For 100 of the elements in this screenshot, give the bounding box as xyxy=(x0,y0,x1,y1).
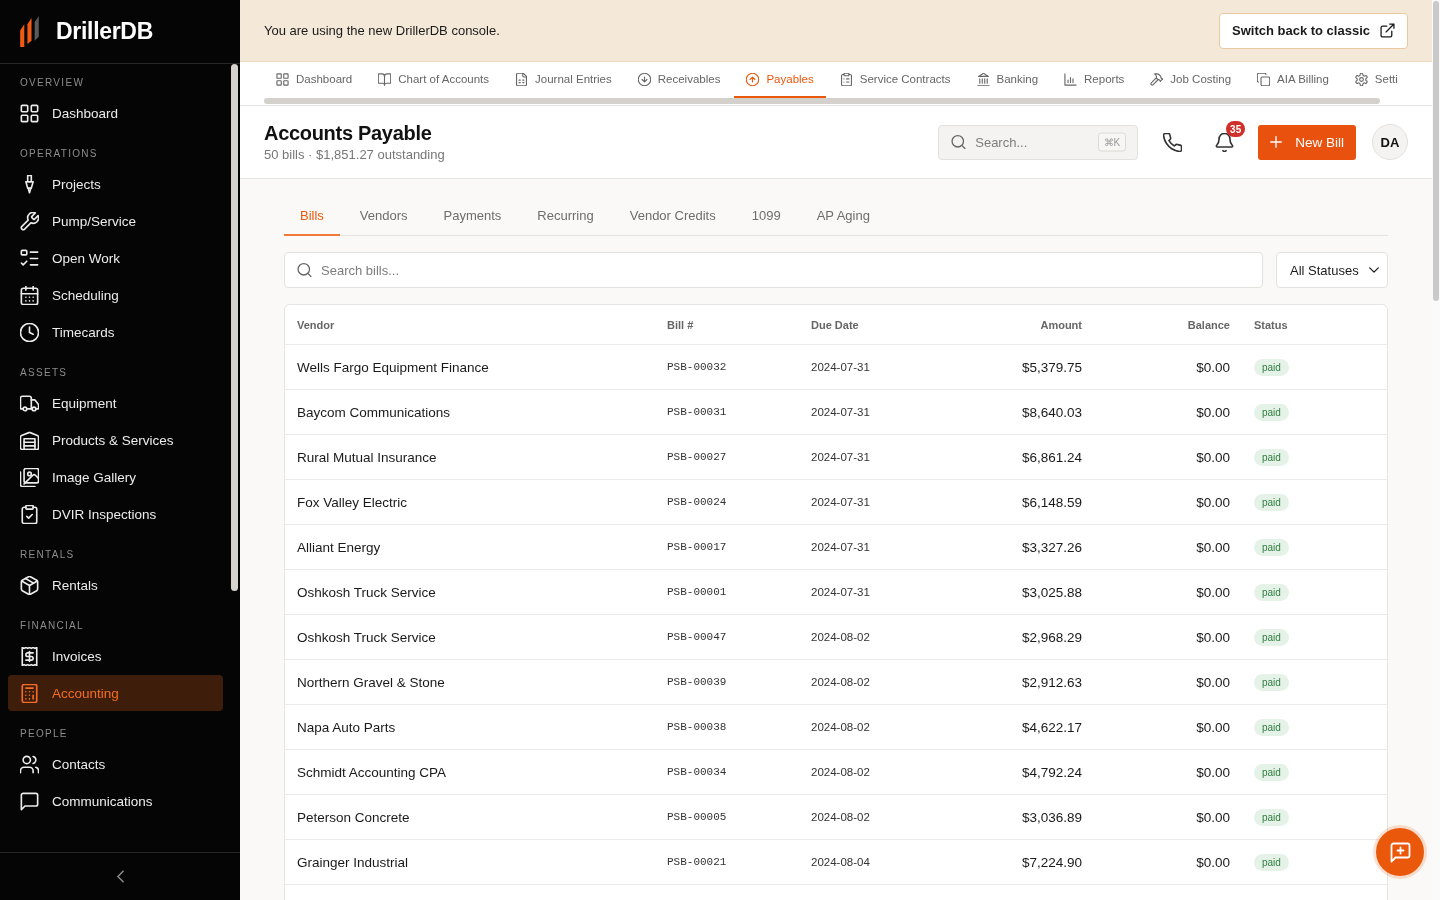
table-cell: $0.00 xyxy=(1196,764,1230,780)
tab[interactable]: Bills xyxy=(284,196,340,236)
tab[interactable]: Payments xyxy=(427,196,518,236)
table-cell: Fox Valley Electric xyxy=(297,494,408,510)
nav-tab[interactable]: Journal Entries xyxy=(503,62,624,98)
sidebar-item[interactable]: Contacts xyxy=(8,746,223,782)
nav-tab[interactable]: Service Contracts xyxy=(827,62,963,98)
table-cell: PSB-00024 xyxy=(667,496,727,508)
wrench-icon xyxy=(20,211,39,231)
column-header: Bill # xyxy=(667,318,694,331)
table-cell: $0.00 xyxy=(1196,854,1230,870)
table-cell: 2024-08-02 xyxy=(811,676,870,688)
section-label: FINANCIAL xyxy=(20,619,84,633)
nav-tab[interactable]: Reports xyxy=(1052,62,1137,98)
nav-tab[interactable]: Job Costing xyxy=(1138,62,1244,98)
tab[interactable]: Recurring xyxy=(521,196,610,236)
nav-tab[interactable]: Receivables xyxy=(625,62,733,98)
tab[interactable]: AP Aging xyxy=(800,196,886,236)
calendar-icon xyxy=(20,285,39,305)
table-cell: Rural Mutual Insurance xyxy=(297,449,437,465)
table-cell: Oshkosh Truck Service xyxy=(297,584,436,600)
table-cell: Northern Gravel & Stone xyxy=(297,674,445,690)
sidebar-item[interactable]: Timecards xyxy=(8,314,223,350)
table-cell: $2,968.29 xyxy=(1021,629,1082,645)
table-cell: $3,327.26 xyxy=(1021,539,1082,555)
table-cell: 2024-08-02 xyxy=(811,766,870,778)
users-icon xyxy=(20,754,39,774)
sidebar-item[interactable]: Invoices xyxy=(8,638,223,674)
tab[interactable]: 1099 xyxy=(735,196,797,236)
switch-classic-button[interactable]: Switch back to classic xyxy=(1219,12,1408,49)
sidebar-item[interactable]: Projects xyxy=(8,166,223,202)
table-cell: PSB-00001 xyxy=(667,586,727,598)
logo-icon xyxy=(20,16,41,47)
status-badge: paid xyxy=(1254,853,1289,871)
checklist-icon xyxy=(20,248,39,268)
table-cell: Alliant Energy xyxy=(297,539,381,555)
nav-tab[interactable]: AIA Billing xyxy=(1245,62,1341,98)
column-header: Vendor xyxy=(297,318,335,331)
sidebar-item[interactable]: Rentals xyxy=(8,567,223,603)
sidebar-item[interactable]: Image Gallery xyxy=(8,459,223,495)
table-cell: $4,792.24 xyxy=(1021,764,1082,780)
settings-icon xyxy=(1354,72,1368,86)
nav-tab[interactable]: Setti xyxy=(1342,62,1398,98)
status-badge: paid xyxy=(1254,718,1289,736)
sidebar-item[interactable]: Products & Services xyxy=(8,422,223,458)
table-cell: Peterson Concrete xyxy=(297,809,410,825)
box-icon xyxy=(20,575,39,595)
table-cell: PSB-00017 xyxy=(667,541,727,553)
new-bill-button[interactable]: New Bill xyxy=(1258,124,1356,160)
search-icon xyxy=(297,262,312,278)
sidebar-item[interactable]: Scheduling xyxy=(8,277,223,313)
table-cell: PSB-00027 xyxy=(667,451,727,463)
sidebar-item[interactable]: Equipment xyxy=(8,385,223,421)
section-label: RENTALS xyxy=(20,548,75,562)
nav-tab[interactable]: Dashboard xyxy=(264,62,365,98)
nav-tab[interactable]: Chart of Accounts xyxy=(366,62,502,98)
table-cell: $0.00 xyxy=(1196,629,1230,645)
document-icon xyxy=(515,72,529,86)
table-cell: PSB-00032 xyxy=(667,361,727,373)
table-cell: PSB-00039 xyxy=(667,676,727,688)
grid-icon xyxy=(20,103,39,123)
table-cell: 2024-08-02 xyxy=(811,721,870,733)
sidebar-item[interactable]: Pump/Service xyxy=(8,203,223,239)
table-cell: $2,912.63 xyxy=(1021,674,1082,690)
section-label: ASSETS xyxy=(20,366,68,380)
search-field[interactable]: Search bills... xyxy=(284,252,1263,288)
column-header: Due Date xyxy=(811,318,859,331)
table-cell: $0.00 xyxy=(1196,404,1230,420)
table-cell: Oshkosh Truck Service xyxy=(297,629,436,645)
scrollbar[interactable] xyxy=(231,64,238,591)
scrollbar[interactable] xyxy=(1433,1,1439,301)
tab[interactable]: Vendor Credits xyxy=(613,196,732,236)
status-badge: paid xyxy=(1254,448,1289,466)
user-avatar[interactable]: DA xyxy=(1372,124,1408,160)
status-badge: paid xyxy=(1254,538,1289,556)
sidebar-item[interactable]: DVIR Inspections xyxy=(8,496,223,532)
warehouse-icon xyxy=(20,430,39,450)
status-dropdown[interactable]: All Statuses xyxy=(1276,252,1388,288)
table-cell: $7,224.90 xyxy=(1021,854,1082,870)
shortcut-hint: ⌘K xyxy=(1097,132,1127,152)
chevron-down-icon xyxy=(1369,267,1379,273)
table-cell: $0.00 xyxy=(1196,359,1230,375)
table-cell: $4,622.17 xyxy=(1021,719,1082,735)
tab[interactable]: Vendors xyxy=(343,196,424,236)
scrollbar[interactable] xyxy=(264,98,1380,104)
table-cell: 2024-07-31 xyxy=(811,406,870,418)
table-cell: $0.00 xyxy=(1196,674,1230,690)
table-cell: $5,379.75 xyxy=(1021,359,1082,375)
sidebar-item[interactable]: Dashboard xyxy=(8,95,223,131)
clipboard-list-icon xyxy=(839,72,853,86)
sidebar-item[interactable]: Accounting xyxy=(8,675,223,711)
nav-tab[interactable]: Banking xyxy=(964,62,1051,98)
table-cell: PSB-00005 xyxy=(667,811,727,823)
table-cell: $6,861.24 xyxy=(1021,449,1082,465)
sidebar-item[interactable]: Communications xyxy=(8,783,223,819)
table-cell: $0.00 xyxy=(1196,494,1230,510)
sidebar-item[interactable]: Open Work xyxy=(8,240,223,276)
table-cell: 2024-07-31 xyxy=(811,541,870,553)
table-cell: 2024-07-31 xyxy=(811,586,870,598)
brand-name: DrillerDB xyxy=(56,18,153,45)
